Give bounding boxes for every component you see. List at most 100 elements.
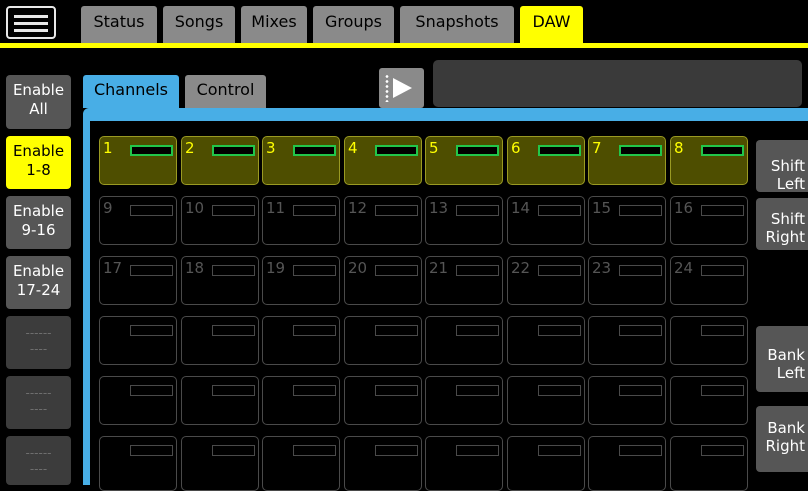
tab-groups[interactable]: Groups — [313, 6, 394, 43]
channel-number: 2 — [185, 139, 195, 157]
channel-number: 13 — [429, 199, 449, 217]
channel-meter — [538, 265, 581, 276]
channel-cell[interactable] — [181, 316, 259, 365]
channel-number: 8 — [674, 139, 684, 157]
channel-meter — [701, 385, 744, 396]
channel-cell[interactable] — [181, 436, 259, 491]
channel-meter — [619, 265, 662, 276]
channel-cell[interactable] — [507, 376, 585, 425]
channel-cell[interactable]: 7 — [588, 136, 666, 185]
channel-cell[interactable] — [425, 436, 503, 491]
channel-cell[interactable] — [425, 376, 503, 425]
channel-cell[interactable] — [344, 436, 422, 491]
channel-cell[interactable]: 13 — [425, 196, 503, 245]
channel-meter — [130, 325, 173, 336]
play-button[interactable] — [379, 68, 424, 108]
channel-cell[interactable]: 12 — [344, 196, 422, 245]
channel-meter — [538, 145, 581, 156]
channel-cell[interactable] — [588, 376, 666, 425]
channel-cell[interactable] — [425, 316, 503, 365]
channel-cell[interactable]: 1 — [99, 136, 177, 185]
bank-left-button[interactable]: Bank Left — [756, 326, 808, 392]
tab-status[interactable]: Status — [81, 6, 157, 43]
channel-cell[interactable]: 4 — [344, 136, 422, 185]
channel-meter — [456, 205, 499, 216]
side-button-empty-1[interactable]: ------ ---- — [6, 316, 71, 369]
channel-meter — [212, 445, 255, 456]
channel-cell[interactable]: 22 — [507, 256, 585, 305]
channel-cell[interactable]: 23 — [588, 256, 666, 305]
side-button-empty-3[interactable]: ------ ---- — [6, 436, 71, 485]
channel-meter — [293, 205, 336, 216]
tab-songs[interactable]: Songs — [163, 6, 235, 43]
shift-left-button[interactable]: Shift Left — [756, 140, 808, 193]
channel-meter — [212, 265, 255, 276]
channel-cell[interactable] — [507, 316, 585, 365]
channel-meter — [212, 205, 255, 216]
channel-meter — [375, 385, 418, 396]
channel-cell[interactable]: 20 — [344, 256, 422, 305]
enable-1-8-button[interactable]: Enable 1-8 — [6, 136, 71, 189]
tab-channels[interactable]: Channels — [83, 75, 179, 108]
tab-snapshots[interactable]: Snapshots — [400, 6, 514, 43]
channel-cell[interactable] — [181, 376, 259, 425]
tab-control[interactable]: Control — [185, 75, 266, 108]
channel-meter — [619, 385, 662, 396]
channel-cell[interactable]: 17 — [99, 256, 177, 305]
channel-cell[interactable] — [588, 436, 666, 491]
enable-9-16-button[interactable]: Enable 9-16 — [6, 196, 71, 249]
channel-number: 3 — [266, 139, 276, 157]
channel-cell[interactable]: 14 — [507, 196, 585, 245]
enable-17-24-button[interactable]: Enable 17-24 — [6, 256, 71, 309]
bank-right-button[interactable]: Bank Right — [756, 406, 808, 472]
channel-cell[interactable]: 2 — [181, 136, 259, 185]
enable-all-button[interactable]: Enable All — [6, 75, 71, 129]
channel-cell[interactable]: 11 — [262, 196, 340, 245]
channel-cell[interactable]: 16 — [670, 196, 748, 245]
channel-cell[interactable]: 18 — [181, 256, 259, 305]
channel-cell[interactable]: 15 — [588, 196, 666, 245]
channel-cell[interactable] — [262, 436, 340, 491]
channel-meter — [212, 385, 255, 396]
channel-number: 5 — [429, 139, 439, 157]
side-button-empty-2[interactable]: ------ ---- — [6, 376, 71, 429]
channel-cell[interactable] — [507, 436, 585, 491]
channel-cell[interactable]: 19 — [262, 256, 340, 305]
channel-cell[interactable] — [262, 376, 340, 425]
channel-meter — [375, 325, 418, 336]
channel-meter — [701, 145, 744, 156]
channel-number: 12 — [348, 199, 368, 217]
channel-cell[interactable] — [670, 376, 748, 425]
channel-cell[interactable]: 21 — [425, 256, 503, 305]
channel-cell[interactable]: 8 — [670, 136, 748, 185]
channel-meter — [456, 325, 499, 336]
channel-cell[interactable]: 10 — [181, 196, 259, 245]
channel-number: 1 — [103, 139, 113, 157]
channel-cell[interactable]: 6 — [507, 136, 585, 185]
shift-right-button[interactable]: Shift Right — [756, 198, 808, 250]
channel-meter — [701, 325, 744, 336]
channel-cell[interactable] — [99, 436, 177, 491]
channel-cell[interactable] — [262, 316, 340, 365]
channel-cell[interactable] — [670, 316, 748, 365]
channel-meter — [130, 265, 173, 276]
channel-cell[interactable] — [670, 436, 748, 491]
menu-button[interactable] — [6, 6, 56, 39]
channel-cell[interactable]: 3 — [262, 136, 340, 185]
channel-cell[interactable] — [344, 376, 422, 425]
channel-cell[interactable] — [588, 316, 666, 365]
channel-cell[interactable]: 9 — [99, 196, 177, 245]
channel-cell[interactable] — [99, 376, 177, 425]
channel-meter — [293, 445, 336, 456]
channel-number: 9 — [103, 199, 113, 217]
channel-meter — [538, 205, 581, 216]
channel-cell[interactable] — [344, 316, 422, 365]
channel-cell[interactable]: 24 — [670, 256, 748, 305]
tab-mixes[interactable]: Mixes — [241, 6, 307, 43]
channel-meter — [375, 205, 418, 216]
channel-cell[interactable]: 5 — [425, 136, 503, 185]
channel-number: 17 — [103, 259, 123, 277]
channel-cell[interactable] — [99, 316, 177, 365]
channel-meter — [456, 385, 499, 396]
tab-daw[interactable]: DAW — [520, 6, 583, 43]
